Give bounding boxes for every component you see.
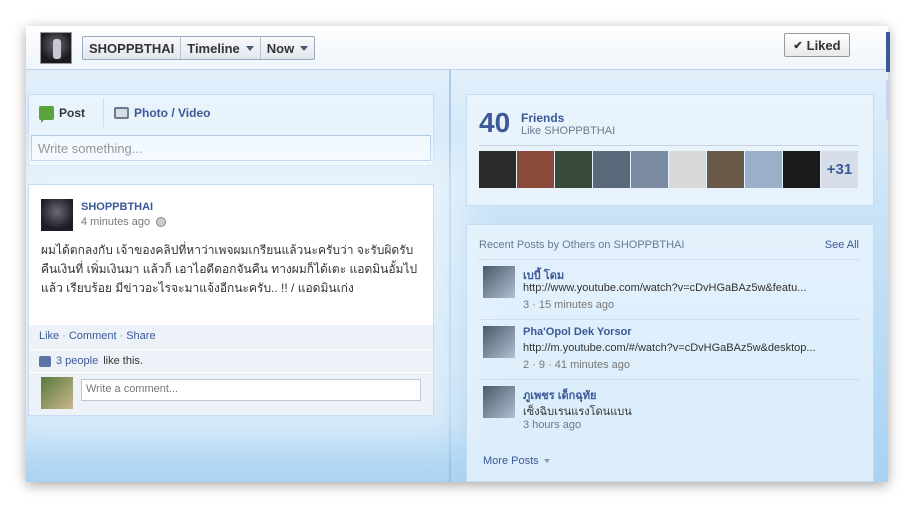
check-icon: ✔	[793, 39, 803, 52]
page-name-link[interactable]: SHOPPBTHAI	[83, 37, 182, 59]
chevron-down-icon	[245, 45, 254, 51]
story-timestamp: 4 minutes ago	[81, 216, 167, 228]
tab-post-label: Post	[59, 106, 86, 120]
scrollbar-edge	[886, 80, 890, 120]
friends-title[interactable]: Friends	[521, 111, 564, 125]
liked-button[interactable]: ✔ Liked	[784, 33, 850, 57]
poster-name[interactable]: Pha'Opol Dek Yorsor	[523, 326, 632, 338]
share-link[interactable]: Share	[126, 330, 155, 342]
post-link[interactable]: http://m.youtube.com/#/watch?v=cDvHGaBAz…	[523, 342, 823, 354]
comment-composer: Write a comment...	[29, 373, 433, 415]
scrollbar-edge	[886, 32, 890, 72]
friend-thumbnail[interactable]	[631, 151, 668, 188]
tab-photo-video[interactable]: Photo / Video	[114, 106, 210, 120]
post-text: เซ็งฉิบเรนแรงโดนแบน	[523, 406, 632, 418]
likers-link[interactable]: 3 people	[56, 355, 98, 367]
globe-icon	[156, 217, 167, 227]
post-meta: 3 · 15 minutes ago	[523, 299, 615, 311]
tab-separator	[103, 98, 105, 128]
list-item: เบบี้ โดม http://www.youtube.com/watch?v…	[479, 259, 859, 317]
now-dropdown[interactable]: Now	[261, 37, 314, 59]
see-all-link[interactable]: See All	[825, 239, 859, 251]
likes-suffix: like this.	[103, 355, 143, 367]
friend-thumbnail[interactable]	[669, 151, 706, 188]
status-input[interactable]: Write something...	[31, 135, 431, 161]
friends-subtitle: Like SHOPPBTHAI	[521, 125, 616, 137]
tab-photo-label: Photo / Video	[134, 106, 211, 120]
photo-icon	[114, 107, 130, 119]
friends-box: 40 Friends Like SHOPPBTHAI +31	[466, 94, 874, 206]
breadcrumb: SHOPPBTHAI Timeline Now	[82, 36, 316, 60]
speech-bubble-icon	[39, 106, 54, 123]
story-actions: Like · Comment · Share	[29, 325, 433, 349]
chevron-down-icon	[300, 45, 309, 51]
page-header: SHOPPBTHAI Timeline Now ✔ Liked	[26, 26, 888, 70]
separator-dot: ·	[62, 330, 66, 342]
separator-dot: ·	[119, 330, 124, 342]
comment-link[interactable]: Comment	[69, 330, 117, 342]
tab-post[interactable]: Post	[39, 106, 86, 123]
friend-thumbnail[interactable]	[593, 151, 630, 188]
post-link[interactable]: http://www.youtube.com/watch?v=cDvHGaBAz…	[523, 282, 823, 294]
likes-summary: 3 people like this.	[29, 350, 433, 372]
like-link[interactable]: Like	[39, 330, 59, 342]
timeline-label: Timeline	[187, 40, 240, 56]
divider	[479, 145, 859, 146]
friend-thumbnail[interactable]	[479, 151, 516, 188]
thumbs-up-icon	[39, 355, 51, 367]
comment-input[interactable]: Write a comment...	[81, 379, 421, 401]
poster-avatar[interactable]	[483, 266, 515, 298]
author-name[interactable]: SHOPPBTHAI	[81, 201, 153, 213]
liked-label: Liked	[806, 37, 841, 53]
more-posts-label: More Posts	[483, 455, 539, 467]
friend-thumbnail[interactable]	[707, 151, 744, 188]
friend-thumbnail[interactable]	[517, 151, 554, 188]
author-avatar[interactable]	[41, 199, 73, 231]
friend-thumbnail[interactable]	[555, 151, 592, 188]
story-card: SHOPPBTHAI 4 minutes ago ผมได้ตกลงกับ เจ…	[28, 184, 434, 416]
time-text[interactable]: 4 minutes ago	[81, 216, 150, 228]
friend-thumbnail[interactable]	[783, 151, 820, 188]
list-item: ภูเพชร เด็กฉุทัย เซ็งฉิบเรนแรงโดนแบน 3 h…	[479, 379, 859, 437]
post-meta: 2 · 9 · 41 minutes ago	[523, 359, 631, 371]
page-avatar[interactable]	[40, 32, 72, 64]
friend-thumbnails: +31	[479, 151, 858, 188]
more-posts-link[interactable]: More Posts	[483, 455, 550, 467]
list-item: Pha'Opol Dek Yorsor http://m.youtube.com…	[479, 319, 859, 377]
poster-avatar[interactable]	[483, 326, 515, 358]
poster-avatar[interactable]	[483, 386, 515, 418]
recent-posts-title: Recent Posts by Others on SHOPPBTHAI	[479, 239, 685, 251]
viewer-avatar	[41, 377, 73, 409]
post-meta: 3 hours ago	[523, 419, 582, 431]
more-friends-count[interactable]: +31	[821, 151, 858, 188]
composer: Post Photo / Video Write something...	[28, 94, 434, 166]
now-label: Now	[266, 40, 295, 56]
friend-thumbnail[interactable]	[745, 151, 782, 188]
timeline-dropdown[interactable]: Timeline	[181, 37, 261, 59]
chevron-down-icon	[543, 459, 550, 463]
recent-posts-box: Recent Posts by Others on SHOPPBTHAI See…	[466, 224, 874, 482]
friends-count[interactable]: 40	[479, 107, 510, 139]
story-text: ผมได้ตกลงกับ เจ้าของคลิปที่หาว่าเพจผมเกร…	[41, 243, 418, 295]
timeline-divider	[449, 70, 451, 482]
timeline-window: SHOPPBTHAI Timeline Now ✔ Liked Post Pho…	[26, 26, 888, 482]
